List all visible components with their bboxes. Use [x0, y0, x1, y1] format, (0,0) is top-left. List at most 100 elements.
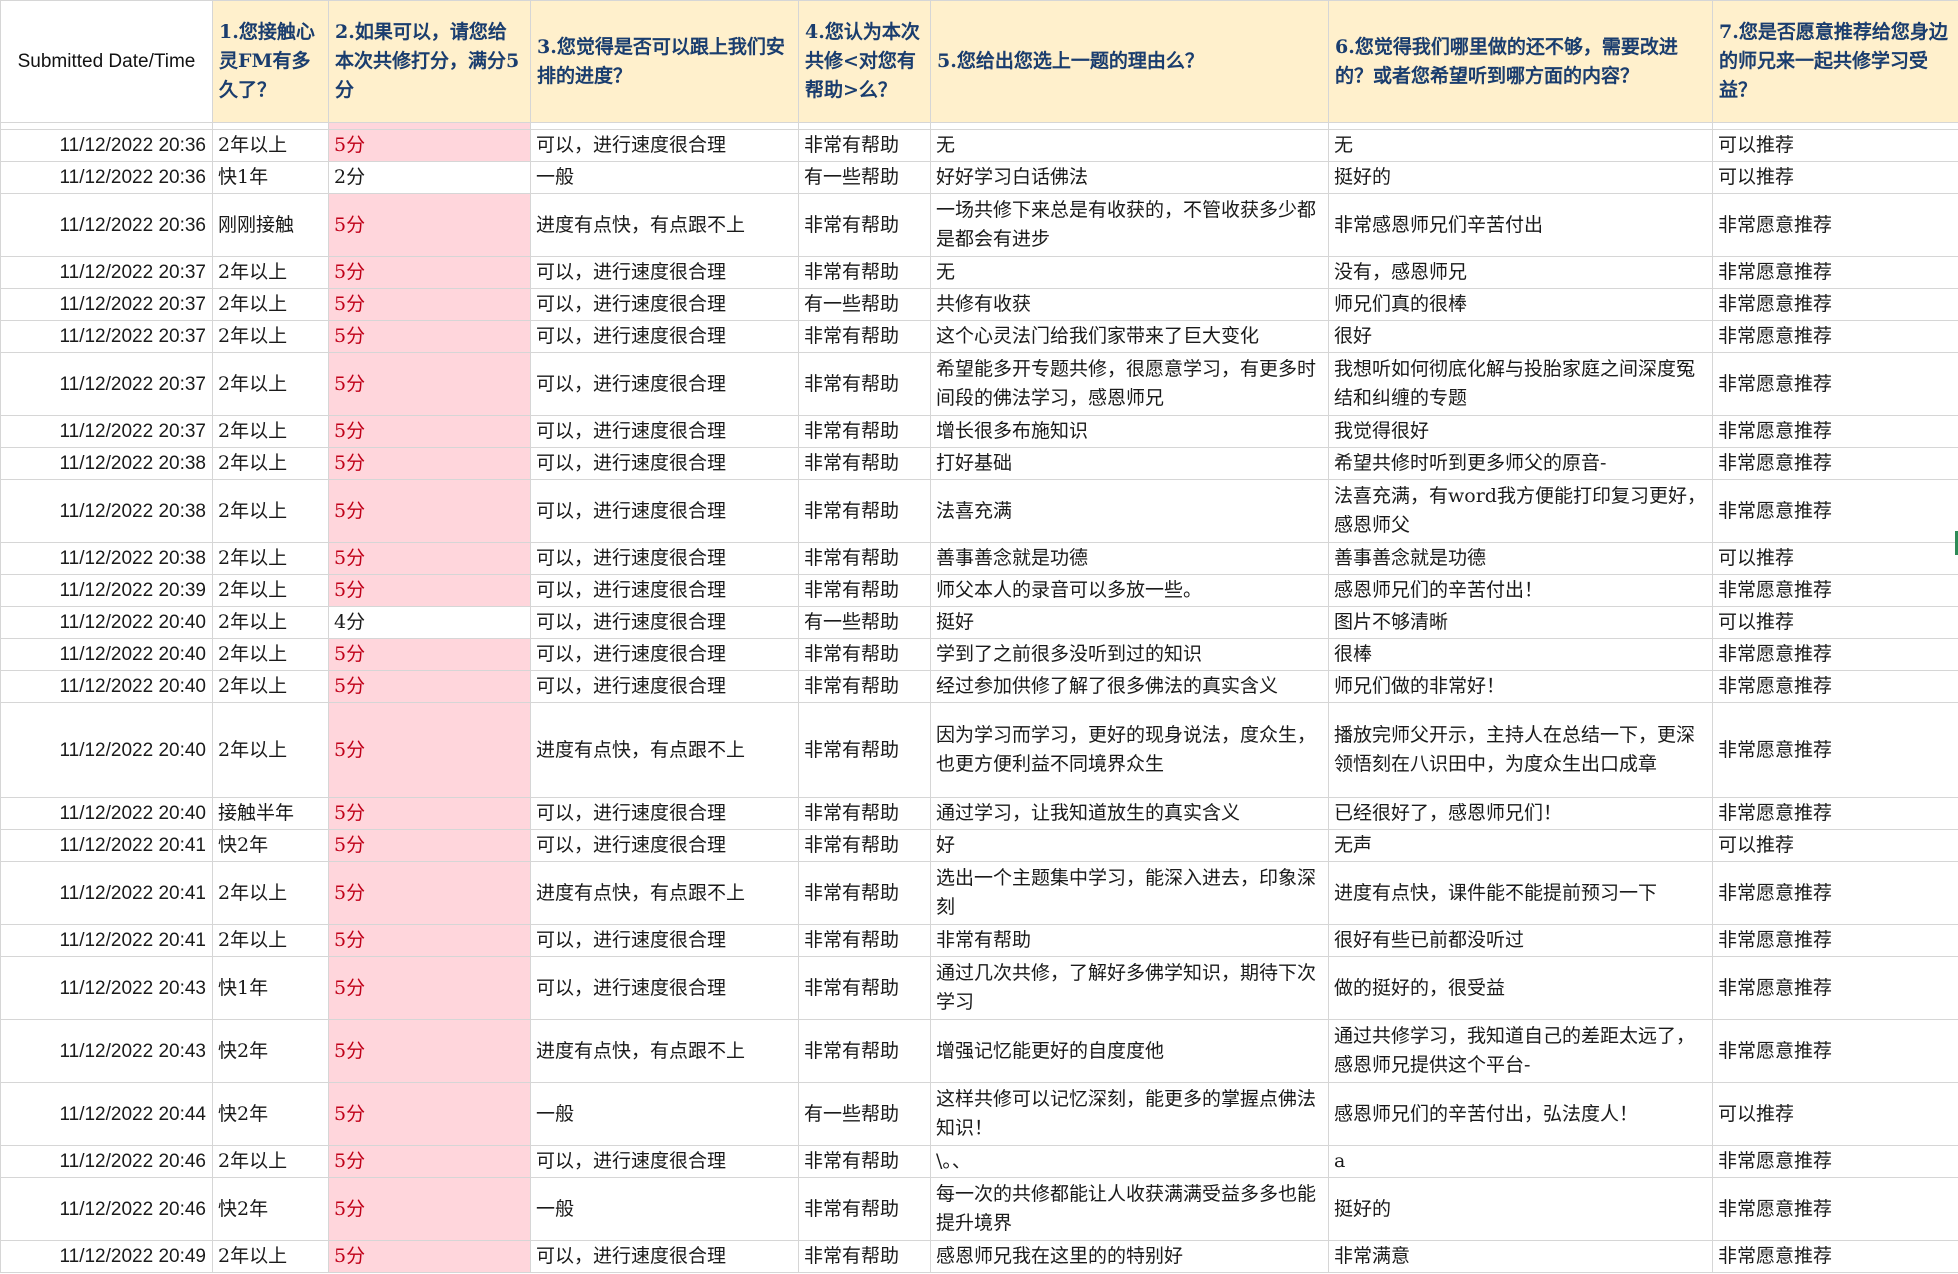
table-cell-reason[interactable]: 打好基础 [930, 447, 1329, 480]
table-cell-improve[interactable]: 非常满意 [1328, 1240, 1713, 1273]
table-cell-duration[interactable]: 快2年 [212, 1082, 329, 1146]
table-cell-helpful[interactable]: 非常有帮助 [798, 129, 931, 162]
table-cell-pace[interactable]: 可以，进行速度很合理 [530, 638, 799, 671]
table-cell-recommend[interactable]: 非常愿意推荐 [1712, 1177, 1958, 1241]
table-cell-score[interactable]: 5分 [328, 447, 531, 480]
table-cell-duration[interactable]: 2年以上 [212, 1240, 329, 1273]
table-cell-pace[interactable]: 可以，进行速度很合理 [530, 479, 799, 543]
table-cell-pace[interactable]: 进度有点快，有点跟不上 [530, 1019, 799, 1083]
table-cell-date[interactable]: 11/12/2022 20:41 [0, 924, 213, 957]
table-cell-helpful[interactable]: 非常有帮助 [798, 447, 931, 480]
table-row[interactable]: 11/12/2022 20:36 2年以上 5分 可以，进行速度很合理 非常有帮助无无可… [0, 129, 1958, 162]
table-cell-score[interactable]: 5分 [328, 1145, 531, 1178]
table-cell-date[interactable]: 11/12/2022 20:37 [0, 320, 213, 353]
table-cell-pace[interactable]: 可以，进行速度很合理 [530, 542, 799, 575]
table-cell-pace[interactable]: 可以，进行速度很合理 [530, 320, 799, 353]
table-cell-improve[interactable]: 希望共修时听到更多师父的原音- [1328, 447, 1713, 480]
table-row[interactable]: 11/12/2022 20:44 快2年 5分 一般 有一些帮助 这样共修可以记忆深刻，能… [0, 1082, 1958, 1146]
table-cell-recommend[interactable]: 非常愿意推荐 [1712, 320, 1958, 353]
table-cell-reason[interactable]: 无 [930, 129, 1329, 162]
table-cell-pace[interactable]: 可以，进行速度很合理 [530, 256, 799, 289]
table-cell-recommend[interactable]: 非常愿意推荐 [1712, 352, 1958, 416]
table-cell-reason[interactable]: 非常有帮助 [930, 924, 1329, 957]
table-cell-date[interactable]: 11/12/2022 20:38 [0, 542, 213, 575]
table-cell-date[interactable]: 11/12/2022 20:36 [0, 129, 213, 162]
table-cell-score[interactable]: 5分 [328, 574, 531, 607]
table-row[interactable]: 11/12/2022 20:41 2年以上 5分 可以，进行速度很合理 非常有帮助 非常有… [0, 924, 1958, 957]
table-cell-duration[interactable]: 2年以上 [212, 574, 329, 607]
table-cell-duration[interactable]: 2年以上 [212, 479, 329, 543]
column-header-duration[interactable]: 1.您接触心灵FM有多久了？ [212, 0, 329, 123]
table-cell-reason[interactable]: 挺好 [930, 606, 1329, 639]
table-cell-pace[interactable]: 进度有点快，有点跟不上 [530, 861, 799, 925]
table-cell-date[interactable]: 11/12/2022 20:46 [0, 1177, 213, 1241]
table-cell-reason[interactable]: 这个心灵法门给我们家带来了巨大变化 [930, 320, 1329, 353]
table-cell-reason[interactable]: 法喜充满 [930, 479, 1329, 543]
table-cell-pace[interactable]: 可以，进行速度很合理 [530, 574, 799, 607]
table-cell-reason[interactable]: 通过学习，让我知道放生的真实含义 [930, 797, 1329, 830]
table-cell-date[interactable]: 11/12/2022 20:36 [0, 161, 213, 194]
table-cell-date[interactable]: 11/12/2022 20:43 [0, 1019, 213, 1083]
table-cell-recommend[interactable]: 非常愿意推荐 [1712, 288, 1958, 321]
table-cell-recommend[interactable]: 可以推荐 [1712, 606, 1958, 639]
table-cell-duration[interactable]: 快1年 [212, 956, 329, 1020]
table-row[interactable]: 11/12/2022 20:41 2年以上 5分 进度有点快，有点跟不上 非常有帮助 选出… [0, 861, 1958, 925]
table-cell-helpful[interactable]: 非常有帮助 [798, 574, 931, 607]
table-row[interactable]: 11/12/2022 20:36 快1年 2分 一般 有一些帮助 好好学习白话佛法 挺好的可… [0, 161, 1958, 194]
table-row[interactable]: 11/12/2022 20:36 刚刚接触 5分 进度有点快，有点跟不上 非常有帮助 一场… [0, 193, 1958, 257]
table-cell-date[interactable]: 11/12/2022 20:40 [0, 702, 213, 798]
table-cell-score[interactable]: 5分 [328, 320, 531, 353]
table-cell-duration[interactable]: 快2年 [212, 1019, 329, 1083]
table-cell-helpful[interactable]: 非常有帮助 [798, 1240, 931, 1273]
table-row[interactable]: 11/12/2022 20:37 2年以上 5分 可以，进行速度很合理 非常有帮助 增长很… [0, 415, 1958, 448]
table-cell-improve[interactable]: 我想听如何彻底化解与投胎家庭之间深度冤结和纠缠的专题 [1328, 352, 1713, 416]
table-cell-recommend[interactable]: 非常愿意推荐 [1712, 797, 1958, 830]
table-cell-duration[interactable]: 2年以上 [212, 352, 329, 416]
table-cell-reason[interactable]: 学到了之前很多没听到过的知识 [930, 638, 1329, 671]
table-cell-helpful[interactable]: 有一些帮助 [798, 161, 931, 194]
table-cell-improve[interactable]: 师兄们做的非常好！ [1328, 670, 1713, 703]
table-row[interactable]: 11/12/2022 20:43 快1年 5分 可以，进行速度很合理 非常有帮助 通过几次… [0, 956, 1958, 1020]
table-cell-helpful[interactable]: 有一些帮助 [798, 288, 931, 321]
table-cell-pace[interactable]: 可以，进行速度很合理 [530, 352, 799, 416]
table-cell-recommend[interactable]: 非常愿意推荐 [1712, 447, 1958, 480]
table-cell-date[interactable]: 11/12/2022 20:36 [0, 193, 213, 257]
table-cell-recommend[interactable]: 非常愿意推荐 [1712, 415, 1958, 448]
table-cell-score[interactable]: 5分 [328, 542, 531, 575]
table-cell-recommend[interactable]: 非常愿意推荐 [1712, 574, 1958, 607]
table-cell-score[interactable]: 5分 [328, 1240, 531, 1273]
table-cell-score[interactable]: 5分 [328, 415, 531, 448]
table-cell-duration[interactable]: 2年以上 [212, 320, 329, 353]
table-cell-improve[interactable]: 挺好的 [1328, 161, 1713, 194]
table-cell-duration[interactable]: 2年以上 [212, 542, 329, 575]
table-cell-recommend[interactable]: 非常愿意推荐 [1712, 861, 1958, 925]
table-cell-recommend[interactable]: 非常愿意推荐 [1712, 193, 1958, 257]
table-cell-date[interactable]: 11/12/2022 20:37 [0, 256, 213, 289]
table-cell-date[interactable]: 11/12/2022 20:41 [0, 861, 213, 925]
table-cell-duration[interactable]: 2年以上 [212, 256, 329, 289]
table-cell-improve[interactable]: 进度有点快，课件能不能提前预习一下 [1328, 861, 1713, 925]
table-row[interactable]: 11/12/2022 20:46 快2年 5分 一般 非常有帮助 每一次的共修都能让人收获… [0, 1177, 1958, 1241]
table-cell-improve[interactable]: 很棒 [1328, 638, 1713, 671]
table-cell-duration[interactable]: 刚刚接触 [212, 193, 329, 257]
table-cell-reason[interactable]: 共修有收获 [930, 288, 1329, 321]
table-cell-reason[interactable]: 希望能多开专题共修，很愿意学习，有更多时间段的佛法学习，感恩师兄 [930, 352, 1329, 416]
table-cell-reason[interactable]: 选出一个主题集中学习，能深入进去，印象深刻 [930, 861, 1329, 925]
table-cell-helpful[interactable]: 非常有帮助 [798, 256, 931, 289]
table-cell-recommend[interactable]: 非常愿意推荐 [1712, 1019, 1958, 1083]
table-cell-date[interactable]: 11/12/2022 20:39 [0, 574, 213, 607]
column-header-score[interactable]: 2.如果可以，请您给本次共修打分，满分5分 [328, 0, 531, 123]
table-cell-reason[interactable]: 好 [930, 829, 1329, 862]
table-cell-improve[interactable]: 已经很好了，感恩师兄们！ [1328, 797, 1713, 830]
table-cell-score[interactable]: 5分 [328, 861, 531, 925]
table-cell-helpful[interactable]: 非常有帮助 [798, 638, 931, 671]
table-cell-improve[interactable]: 我觉得很好 [1328, 415, 1713, 448]
table-cell-pace[interactable]: 可以，进行速度很合理 [530, 129, 799, 162]
table-cell-pace[interactable]: 进度有点快，有点跟不上 [530, 702, 799, 798]
table-cell-improve[interactable]: 很好有些已前都没听过 [1328, 924, 1713, 957]
table-cell-helpful[interactable]: 非常有帮助 [798, 1019, 931, 1083]
table-cell-improve[interactable]: a [1328, 1145, 1713, 1178]
column-header-improve[interactable]: 6.您觉得我们哪里做的还不够，需要改进的？或者您希望听到哪方面的内容？ [1328, 0, 1713, 123]
table-cell-recommend[interactable]: 可以推荐 [1712, 542, 1958, 575]
table-cell-recommend[interactable]: 非常愿意推荐 [1712, 638, 1958, 671]
